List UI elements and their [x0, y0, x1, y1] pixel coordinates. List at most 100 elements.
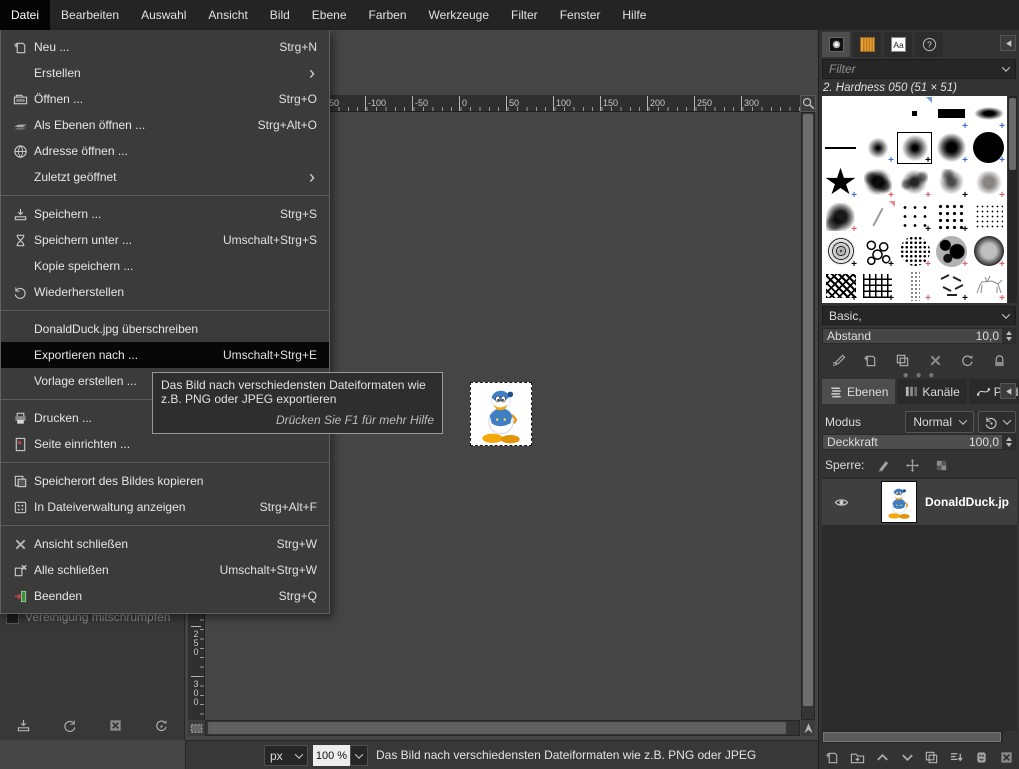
- menubar-item-auswahl[interactable]: Auswahl: [130, 0, 197, 30]
- patterns-tab-tab[interactable]: [853, 32, 881, 57]
- brush-filter-input[interactable]: Filter: [822, 59, 1016, 79]
- brush-stroke-faint[interactable]: [859, 200, 896, 235]
- brush-line[interactable]: [822, 131, 859, 166]
- menu-item-in-dateiverwaltung-anzeigen[interactable]: In Dateiverwaltung anzeigen Strg+Alt+F: [1, 494, 329, 520]
- brush-splat-soft[interactable]: +: [933, 165, 970, 200]
- merge-icon[interactable]: [949, 750, 964, 765]
- zoom-follow-button[interactable]: [800, 95, 816, 112]
- eye-icon[interactable]: [834, 495, 849, 510]
- brush-splat-faint[interactable]: +: [970, 165, 1007, 200]
- layer-list-scrollbar[interactable]: [822, 731, 1017, 743]
- canvas-image-donaldduck[interactable]: [470, 382, 532, 446]
- menu-item-alle-schließen[interactable]: Alle schließen Umschalt+Strg+W: [1, 557, 329, 583]
- brush-grid-scrollbar[interactable]: [1008, 96, 1017, 303]
- menu-item-neu[interactable]: Neu ... Strg+N: [1, 34, 329, 60]
- menu-item-speichern-unter[interactable]: Speichern unter ... Umschalt+Strg+S: [1, 227, 329, 253]
- brush-star[interactable]: +: [822, 165, 859, 200]
- layers-dock-menu-button[interactable]: [1000, 383, 1016, 399]
- brush-dots-sparse[interactable]: +: [896, 200, 933, 235]
- menubar-item-hilfe[interactable]: Hilfe: [611, 0, 657, 30]
- menu-item-zuletzt-geöffnet[interactable]: Zuletzt geöffnet ›: [1, 164, 329, 190]
- delete-tool-icon[interactable]: [108, 718, 123, 733]
- zoom-level-input[interactable]: 100 %: [313, 745, 350, 766]
- mode-dropdown[interactable]: Normal: [905, 411, 974, 433]
- brush-soft-lg[interactable]: +: [933, 131, 970, 166]
- brush-tex-camo[interactable]: +: [933, 234, 970, 269]
- brush-soft-md[interactable]: +: [896, 131, 933, 166]
- group-new-icon[interactable]: [850, 750, 865, 765]
- lock-paint-icon[interactable]: [876, 458, 891, 473]
- menu-item-beenden[interactable]: Beenden Strg+Q: [1, 583, 329, 609]
- lock-move-icon[interactable]: [905, 458, 920, 473]
- tab-ebenen[interactable]: Ebenen: [822, 379, 896, 404]
- menubar-item-ebene[interactable]: Ebene: [301, 0, 358, 30]
- brush-blank[interactable]: [822, 96, 859, 131]
- menu-item-erstellen[interactable]: Erstellen ›: [1, 60, 329, 86]
- spacing-spinner[interactable]: [1002, 329, 1015, 343]
- menubar-item-bild[interactable]: Bild: [259, 0, 301, 30]
- duplicate-layer-icon[interactable]: [924, 750, 939, 765]
- brush-blob-dark[interactable]: +: [822, 200, 859, 235]
- reset-tool-icon[interactable]: [154, 718, 169, 733]
- brush-dots-med[interactable]: +: [933, 200, 970, 235]
- raise-icon[interactable]: [875, 750, 890, 765]
- menubar-item-farben[interactable]: Farben: [358, 0, 418, 30]
- revert-tool-icon[interactable]: [62, 718, 77, 733]
- brush-tex-halftone[interactable]: +: [970, 234, 1007, 269]
- menubar-item-bearbeiten[interactable]: Bearbeiten: [50, 0, 130, 30]
- brush-duplicate-icon[interactable]: [895, 353, 910, 368]
- mask-icon[interactable]: [974, 750, 989, 765]
- brush-spacing-slider[interactable]: Abstand 10,0: [822, 328, 1016, 344]
- unit-dropdown[interactable]: px: [264, 745, 308, 766]
- brush-soft-sm[interactable]: +: [859, 131, 896, 166]
- save-tool-icon[interactable]: [16, 718, 31, 733]
- menu-item-kopie-speichern[interactable]: Kopie speichern ...: [1, 253, 329, 279]
- horizontal-scrollbar[interactable]: [205, 720, 800, 736]
- vertical-scrollbar[interactable]: [801, 112, 815, 720]
- brush-tex-speckle[interactable]: +: [896, 234, 933, 269]
- lower-icon[interactable]: [900, 750, 915, 765]
- navigation-button[interactable]: [801, 720, 815, 736]
- menu-item-donaldduck-jpg-überschreiben[interactable]: DonaldDuck.jpg überschreiben: [1, 316, 329, 342]
- brush-delete-icon[interactable]: [928, 353, 943, 368]
- layer-row-donaldduck[interactable]: DonaldDuck.jp: [822, 479, 1017, 525]
- brush-sparkle[interactable]: +: [896, 269, 933, 303]
- brush-tex-web[interactable]: +: [822, 234, 859, 269]
- brush-new-icon[interactable]: [863, 353, 878, 368]
- mode-switch-button[interactable]: [978, 411, 1016, 433]
- brush-refresh-icon[interactable]: [960, 353, 975, 368]
- menu-item-exportieren-nach[interactable]: Exportieren nach ... Umschalt+Strg+E: [1, 342, 329, 368]
- menu-item-öffnen[interactable]: Öffnen ... Strg+O: [1, 86, 329, 112]
- menubar-item-datei[interactable]: Datei: [0, 0, 51, 30]
- brush-splat-dark[interactable]: +: [859, 165, 896, 200]
- layer-list-scrollbar-thumb[interactable]: [823, 732, 1001, 742]
- brush-grid-scrollbar-thumb[interactable]: [1009, 98, 1016, 170]
- delete-layer-icon[interactable]: [999, 750, 1014, 765]
- vertical-scrollbar-thumb[interactable]: [803, 114, 813, 706]
- horizontal-scrollbar-thumb[interactable]: [208, 722, 786, 734]
- brushes-tab-tab[interactable]: [822, 32, 850, 57]
- menu-item-als-ebenen-öffnen[interactable]: Als Ebenen öffnen ... Strg+Alt+O: [1, 112, 329, 138]
- brush-bar[interactable]: +: [933, 96, 970, 131]
- zoom-level-dropdown-button[interactable]: [350, 745, 368, 766]
- brush-dot-tiny[interactable]: [896, 96, 933, 131]
- brush-group-dropdown[interactable]: Basic,: [822, 306, 1016, 325]
- brush-circle-solid[interactable]: +: [970, 131, 1007, 166]
- brush-dots-fine[interactable]: [970, 200, 1007, 235]
- brush-sticks[interactable]: +: [933, 269, 970, 303]
- fonts-tab-tab[interactable]: Aa: [884, 32, 912, 57]
- quickmask-toggle-button[interactable]: [188, 720, 205, 736]
- menu-item-adresse-öffnen[interactable]: Adresse öffnen ...: [1, 138, 329, 164]
- menu-item-speicherort-des-bildes-kopieren[interactable]: Speicherort des Bildes kopieren: [1, 468, 329, 494]
- menu-item-seite-einrichten[interactable]: Seite einrichten ...: [1, 431, 329, 457]
- tab-kanäle[interactable]: Kanäle: [897, 379, 967, 404]
- brush-grid[interactable]: +: [859, 269, 896, 303]
- brush-splat-frizz[interactable]: +: [896, 165, 933, 200]
- brush-open-icon[interactable]: [992, 353, 1007, 368]
- brush-edit-icon[interactable]: [831, 353, 846, 368]
- brush-tex-honeycomb[interactable]: +: [859, 234, 896, 269]
- menubar-item-filter[interactable]: Filter: [500, 0, 549, 30]
- brush-blank[interactable]: [859, 96, 896, 131]
- brush-hatch[interactable]: +: [822, 269, 859, 303]
- menubar-item-ansicht[interactable]: Ansicht: [197, 0, 258, 30]
